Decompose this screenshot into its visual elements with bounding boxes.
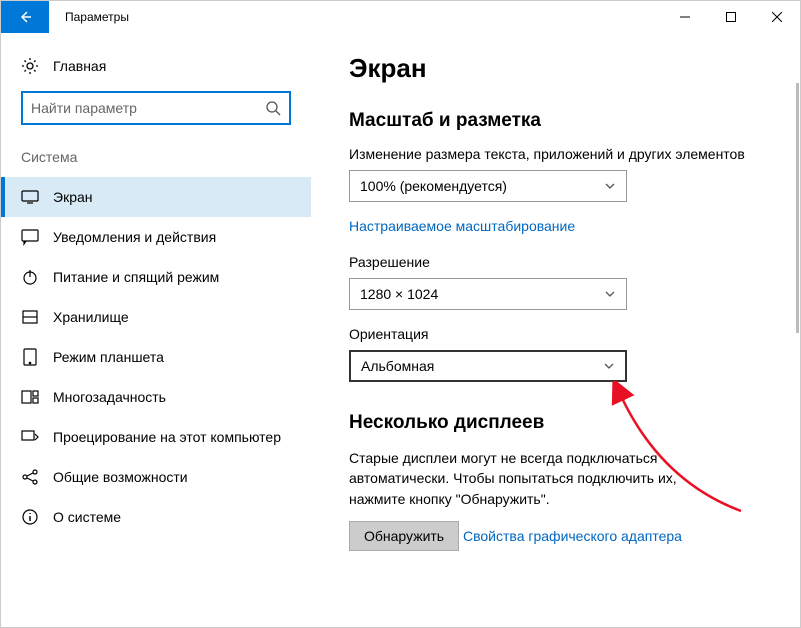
arrow-left-icon [17,9,33,25]
orientation-label: Ориентация [349,326,770,342]
chevron-down-icon [604,180,616,192]
multi-note: Старые дисплеи могут не всегда подключат… [349,448,709,509]
multitask-icon [21,388,39,406]
chevron-down-icon [603,360,615,372]
page-title: Экран [349,53,770,84]
sidebar-item-multitasking[interactable]: Многозадачность [1,377,311,417]
section-multi-heading: Несколько дисплеев [349,412,770,434]
scale-dropdown[interactable]: 100% (рекомендуется) [349,170,627,202]
close-icon [772,12,782,22]
gear-icon [21,57,39,75]
storage-icon [21,308,39,326]
window-controls [662,1,800,33]
maximize-button[interactable] [708,1,754,33]
home-button[interactable]: Главная [1,51,311,91]
display-icon [21,188,39,206]
scale-value: 100% (рекомендуется) [360,178,507,194]
project-icon [21,428,39,446]
resolution-label: Разрешение [349,254,770,270]
custom-scaling-link[interactable]: Настраиваемое масштабирование [349,218,575,234]
resolution-dropdown[interactable]: 1280 × 1024 [349,278,627,310]
sidebar-item-label: Общие возможности [53,469,188,485]
share-icon [21,468,39,486]
minimize-button[interactable] [662,1,708,33]
detect-button[interactable]: Обнаружить [349,521,459,551]
tablet-icon [21,348,39,366]
chevron-down-icon [604,288,616,300]
main-content: Экран Масштаб и разметка Изменение разме… [311,33,800,627]
sidebar-item-display[interactable]: Экран [1,177,311,217]
sidebar-item-projecting[interactable]: Проецирование на этот компьютер [1,417,311,457]
sidebar-item-label: Многозадачность [53,389,166,405]
chat-icon [21,228,39,246]
section-scale-heading: Масштаб и разметка [349,110,770,132]
sidebar-item-label: Хранилище [53,309,129,325]
window-title: Параметры [49,1,129,33]
info-icon [21,508,39,526]
titlebar: Параметры [1,1,800,33]
sidebar-item-label: Режим планшета [53,349,164,365]
sidebar-item-label: О системе [53,509,121,525]
sidebar-item-about[interactable]: О системе [1,497,311,537]
sidebar: Главная Найти параметр Система Экран Уве… [1,33,311,627]
titlebar-spacer [129,1,662,33]
sidebar-item-shared[interactable]: Общие возможности [1,457,311,497]
orientation-dropdown[interactable]: Альбомная [349,350,627,382]
sidebar-item-storage[interactable]: Хранилище [1,297,311,337]
sidebar-item-label: Питание и спящий режим [53,269,219,285]
gpu-properties-link[interactable]: Свойства графического адаптера [463,528,682,544]
sidebar-item-label: Уведомления и действия [53,229,216,245]
sidebar-item-notifications[interactable]: Уведомления и действия [1,217,311,257]
scale-label: Изменение размера текста, приложений и д… [349,146,770,162]
sidebar-item-label: Экран [53,189,93,205]
sidebar-item-label: Проецирование на этот компьютер [53,429,281,445]
close-button[interactable] [754,1,800,33]
sidebar-item-power[interactable]: Питание и спящий режим [1,257,311,297]
minimize-icon [680,12,690,22]
search-placeholder: Найти параметр [31,100,265,116]
scrollbar[interactable] [796,83,799,333]
orientation-value: Альбомная [361,358,434,374]
power-icon [21,268,39,286]
maximize-icon [726,12,736,22]
section-label: Система [1,149,311,177]
resolution-value: 1280 × 1024 [360,286,438,302]
search-icon [265,100,281,116]
back-button[interactable] [1,1,49,33]
search-input[interactable]: Найти параметр [21,91,291,125]
sidebar-item-tablet[interactable]: Режим планшета [1,337,311,377]
home-label: Главная [53,58,106,74]
